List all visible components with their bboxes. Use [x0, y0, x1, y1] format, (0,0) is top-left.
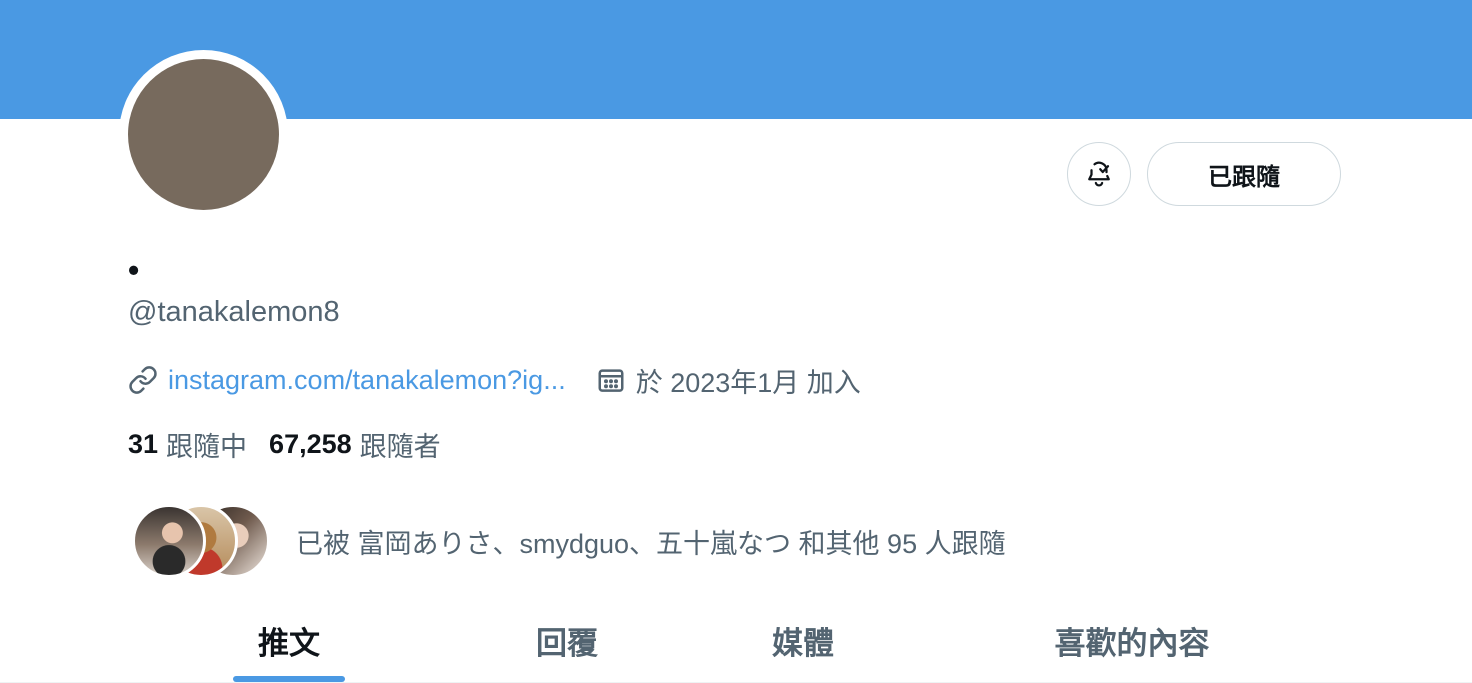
tab-media[interactable]: 媒體 [684, 598, 922, 682]
followed-by-row[interactable]: 已被 富岡ありさ、smydguo、五十嵐なつ 和其他 95 人跟隨 [132, 504, 1006, 578]
following-button[interactable]: 已跟隨 [1147, 142, 1341, 206]
joined-date: 於 2023年1月 加入 [635, 367, 861, 398]
link-icon [129, 366, 157, 394]
profile-website-link[interactable]: instagram.com/tanakalemon?ig... [168, 365, 566, 396]
calendar-icon [598, 369, 624, 392]
followers-label: 跟隨者 [359, 431, 441, 462]
follower-avatar [132, 504, 206, 578]
following-stat[interactable]: 31 跟隨中 [128, 425, 247, 464]
profile-meta: instagram.com/tanakalemon?ig... 於 2023年1… [128, 362, 861, 398]
notifications-button[interactable] [1067, 142, 1131, 206]
following-count: 31 [128, 428, 159, 459]
tab-likes[interactable]: 喜歡的內容 [982, 598, 1282, 682]
bell-check-icon [1088, 161, 1110, 187]
following-label: 跟隨中 [166, 431, 248, 462]
avatar[interactable] [128, 59, 279, 210]
tab-posts[interactable]: 推文 [170, 598, 408, 682]
tab-replies[interactable]: 回覆 [448, 598, 686, 682]
followers-count: 67,258 [269, 428, 352, 459]
user-handle: @tanakalemon8 [128, 296, 340, 328]
followed-by-text: 已被 富岡ありさ、smydguo、五十嵐なつ 和其他 95 人跟隨 [296, 528, 1006, 559]
profile-tabs: 推文 回覆 媒體 喜歡的內容 [0, 598, 1472, 683]
follow-stats: 31 跟隨中 67,258 跟隨者 [128, 426, 441, 462]
active-tab-indicator [233, 676, 345, 682]
followers-stat[interactable]: 67,258 跟隨者 [269, 425, 441, 464]
display-name: • [128, 252, 140, 288]
